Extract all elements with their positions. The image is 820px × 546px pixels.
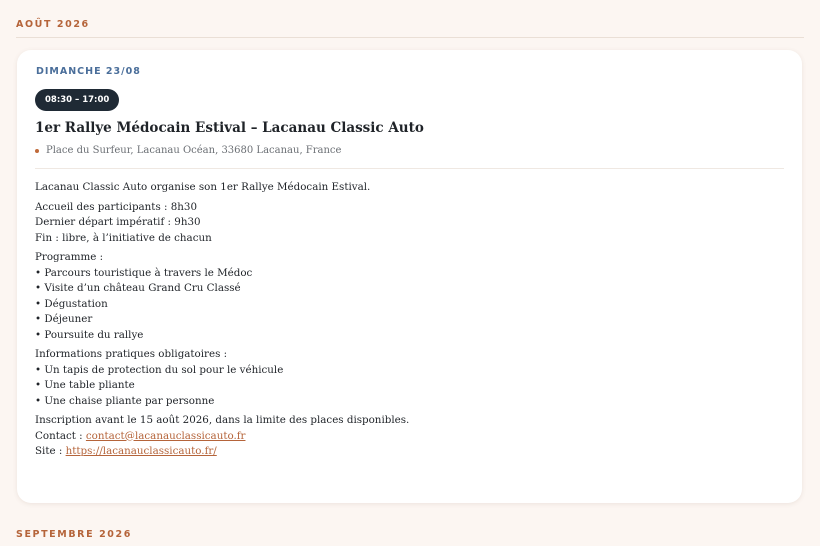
info-item: • Un tapis de protection du sol pour le … <box>35 363 284 376</box>
event-location: Place du Surfeur, Lacanau Océan, 33680 L… <box>35 145 341 156</box>
contact-email-link[interactable]: contact@lacanauclassicauto.fr <box>86 430 246 442</box>
event-date: DIMANCHE 23/08 <box>36 66 141 77</box>
programme-item: • Déjeuner <box>35 313 93 325</box>
event-time-badge: 08:30 – 17:00 <box>35 89 120 111</box>
site-line: Site : https://lacanauclassicauto.fr/ <box>35 444 775 460</box>
site-label: Site : <box>35 445 66 457</box>
month-heading-september: SEPTEMBRE 2026 <box>16 529 132 540</box>
intro-text: Lacanau Classic Auto organise son 1er Ra… <box>35 181 371 193</box>
event-description: Lacanau Classic Auto organise son 1er Ra… <box>35 180 775 464</box>
info-item: • Une table pliante <box>35 379 135 391</box>
programme-item: • Visite d’un château Grand Cru Classé <box>35 282 241 294</box>
contact-label: Contact : <box>35 429 86 442</box>
schedule-line: Accueil des participants : 8h30 <box>35 200 198 213</box>
card-divider <box>35 168 784 169</box>
programme-item: • Parcours touristique à travers le Médo… <box>35 266 253 279</box>
schedule-line: Dernier départ impératif : 9h30 <box>35 216 201 228</box>
month-heading-august: AOÛT 2026 <box>16 19 90 30</box>
location-dot-icon <box>35 148 39 153</box>
programme-item: • Dégustation <box>35 297 108 310</box>
registration-text: Inscription avant le 15 août 2026, dans … <box>35 414 410 426</box>
schedule-line: Fin : libre, à l’initiative de chacun <box>35 231 212 244</box>
contact-line: Contact : contact@lacanauclassicauto.fr <box>35 429 775 445</box>
event-card: DIMANCHE 23/08 08:30 – 17:00 1er Rallye … <box>17 50 802 503</box>
event-location-text: Place du Surfeur, Lacanau Océan, 33680 L… <box>46 145 342 156</box>
event-title: 1er Rallye Médocain Estival – Lacanau Cl… <box>35 120 424 136</box>
site-link[interactable]: https://lacanauclassicauto.fr/ <box>66 445 217 457</box>
info-label: Informations pratiques obligatoires : <box>35 348 228 360</box>
programme-label: Programme : <box>35 251 104 263</box>
info-item: • Une chaise pliante par personne <box>35 394 215 407</box>
month-divider <box>16 37 804 38</box>
programme-item: • Poursuite du rallye <box>35 328 144 341</box>
